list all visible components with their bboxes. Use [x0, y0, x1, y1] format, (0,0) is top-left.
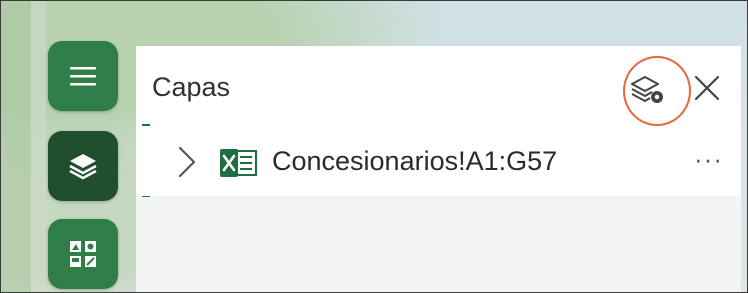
excel-icon [220, 149, 257, 177]
layer-settings-button[interactable] [626, 68, 670, 112]
close-button[interactable] [687, 68, 727, 108]
menu-button[interactable] [48, 41, 118, 111]
legend-button[interactable] [48, 219, 118, 289]
layers-panel: Capas Concesionarios!A1:G57 ··· [136, 46, 741, 292]
close-icon [694, 75, 720, 101]
map-view[interactable]: Capas Concesionarios!A1:G57 ··· [0, 0, 748, 293]
panel-title: Capas [152, 72, 231, 102]
layers-icon [69, 154, 97, 180]
more-options-button[interactable]: ··· [694, 146, 730, 178]
chevron-right-icon[interactable] [174, 144, 200, 180]
panel-header: Capas [136, 46, 741, 126]
layers-settings-icon [631, 76, 663, 103]
legend-icon [70, 241, 96, 267]
layer-list-item[interactable]: Concesionarios!A1:G57 ··· [136, 126, 741, 196]
layers-button[interactable] [48, 131, 118, 201]
layer-name: Concesionarios!A1:G57 [272, 146, 558, 176]
hamburger-icon [70, 67, 96, 86]
